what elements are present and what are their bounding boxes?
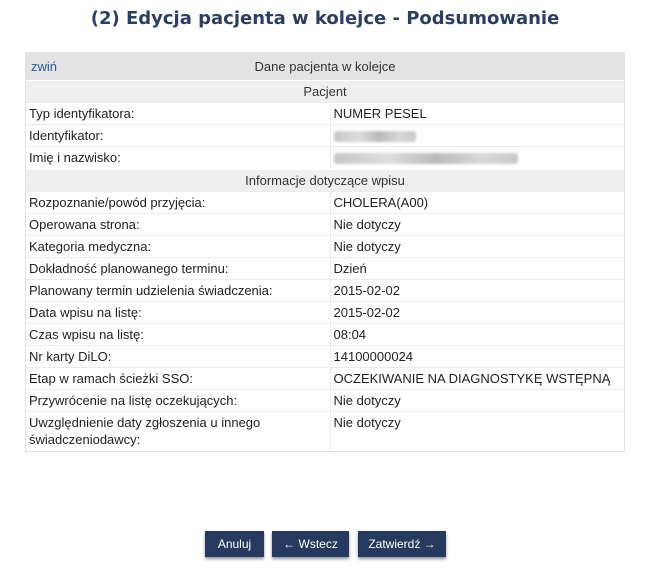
row-value: NUMER PESEL — [330, 102, 624, 125]
table-row: Identyfikator: — [26, 124, 624, 147]
table-row: Typ identyfikatora: NUMER PESEL — [26, 102, 624, 125]
row-label: Imię i nazwisko: — [26, 146, 331, 169]
table-row: Kategoria medyczna: Nie dotyczy — [26, 234, 624, 257]
table-row: Czas wpisu na listę: 08:04 — [26, 322, 624, 345]
table-row: Dokładność planowanego terminu: Dzień — [26, 256, 624, 279]
table-row: Nr karty DiLO: 14100000024 — [26, 344, 624, 367]
row-value: 14100000024 — [330, 344, 624, 367]
row-label: Identyfikator: — [26, 124, 331, 147]
panel-title: Dane pacjenta w kolejce — [254, 59, 396, 74]
patient-queue-panel: zwiń Dane pacjenta w kolejce Pacjent Typ… — [25, 52, 625, 452]
confirm-button[interactable]: Zatwierdź → — [358, 531, 446, 557]
row-value: Nie dotyczy — [330, 212, 624, 235]
row-value: Nie dotyczy — [330, 234, 624, 257]
table-row: Planowany termin udzielenia świadczenia:… — [26, 278, 624, 301]
row-label: Przywrócenie na listę oczekujących: — [26, 388, 331, 411]
table-row: Etap w ramach ścieżki SSO: OCZEKIWANIE N… — [26, 366, 624, 389]
entry-table: Rozpoznanie/powód przyjęcia: CHOLERA(A00… — [26, 190, 624, 451]
row-label: Planowany termin udzielenia świadczenia: — [26, 278, 331, 301]
patient-table: Typ identyfikatora: NUMER PESEL Identyfi… — [26, 102, 624, 169]
row-label: Data wpisu na listę: — [26, 300, 331, 323]
row-label: Operowana strona: — [26, 212, 331, 235]
row-label: Typ identyfikatora: — [26, 102, 331, 125]
row-value: Nie dotyczy — [330, 410, 624, 451]
row-label: Uwzględnienie daty zgłoszenia u innego ś… — [26, 410, 331, 451]
table-row: Rozpoznanie/powód przyjęcia: CHOLERA(A00… — [26, 190, 624, 213]
row-label: Czas wpisu na listę: — [26, 322, 331, 345]
table-row: Przywrócenie na listę oczekujących: Nie … — [26, 388, 624, 411]
row-value: OCZEKIWANIE NA DIAGNOSTYKĘ WSTĘPNĄ — [330, 366, 624, 389]
row-value: 2015-02-02 — [330, 300, 624, 323]
row-label: Rozpoznanie/powód przyjęcia: — [26, 190, 331, 213]
row-value-redacted — [330, 124, 624, 147]
row-value: CHOLERA(A00) — [330, 190, 624, 213]
table-row: Operowana strona: Nie dotyczy — [26, 212, 624, 235]
table-row: Uwzględnienie daty zgłoszenia u innego ś… — [26, 410, 624, 451]
cancel-button[interactable]: Anuluj — [205, 531, 264, 557]
redacted-identifier — [333, 131, 416, 143]
back-button[interactable]: ← Wstecz — [272, 531, 349, 557]
section-entry-header: Informacje dotyczące wpisu — [26, 168, 624, 191]
section-patient-header: Pacjent — [26, 80, 624, 102]
row-value: Nie dotyczy — [330, 388, 624, 411]
row-label: Nr karty DiLO: — [26, 344, 331, 367]
row-label: Dokładność planowanego terminu: — [26, 256, 331, 279]
row-label: Kategoria medyczna: — [26, 234, 331, 257]
row-value: Dzień — [330, 256, 624, 279]
panel-header: zwiń Dane pacjenta w kolejce — [26, 53, 624, 80]
row-value-redacted — [330, 146, 624, 169]
table-row: Imię i nazwisko: — [26, 146, 624, 169]
row-value: 08:04 — [330, 322, 624, 345]
row-label: Etap w ramach ścieżki SSO: — [26, 366, 331, 389]
page-title: (2) Edycja pacjenta w kolejce - Podsumow… — [90, 8, 560, 29]
collapse-link[interactable]: zwiń — [31, 53, 57, 80]
redacted-name — [333, 153, 518, 165]
row-value: 2015-02-02 — [330, 278, 624, 301]
table-row: Data wpisu na listę: 2015-02-02 — [26, 300, 624, 323]
